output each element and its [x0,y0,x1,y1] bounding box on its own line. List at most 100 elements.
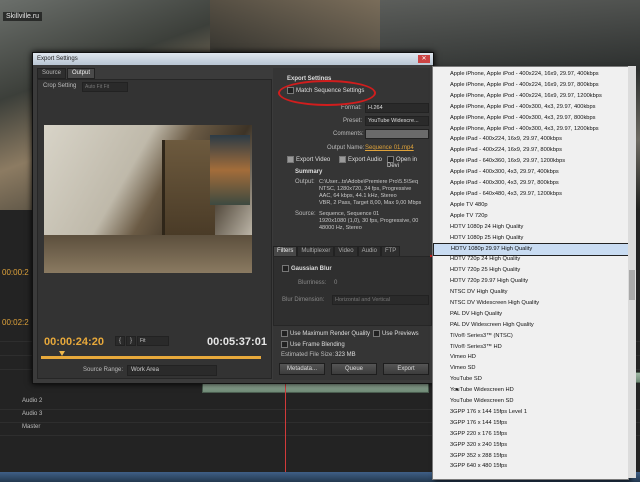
preset-menu-item[interactable]: Vimeo HD [433,352,628,363]
filters-panel: Gaussian Blur Blurriness: 0 Blur Dimensi… [273,256,432,326]
track-label: Master [22,424,41,430]
preset-menu-item[interactable]: 3GPP 352 x 288 15fps [433,451,628,462]
summary-source-label: Source: [295,211,316,217]
blur-dimension-select[interactable]: Horizontal and Vertical [332,295,429,305]
gaussian-blur-checkbox[interactable] [282,265,289,272]
preset-menu-item[interactable]: Apple iPad - 640x480, 4x3, 29.97, 1200kb… [433,189,628,200]
queue-button[interactable]: Queue [331,363,377,375]
preset-menu-item-label: HDTV 1080p 24 High Quality [450,223,524,230]
timeline-timecode-1: 00:00:2 [2,268,29,277]
scrub-bar[interactable] [41,356,261,359]
summary-output-line: NTSC, 1280x720, 24 fps, Progressive [319,186,412,192]
preset-menu-item-label: Apple iPhone, Apple iPod - 400x224, 16x9… [450,92,602,99]
metadata-button[interactable]: Metadata... [279,363,325,375]
preset-menu-item[interactable]: Apple iPhone, Apple iPod - 400x300, 4x3,… [433,113,628,124]
preset-menu-item-label: NTSC DV High Quality [450,289,508,295]
preset-menu-item[interactable]: 3GPP 220 x 176 15fps [433,429,628,440]
preset-menu-item-label: Vimeo SD [450,365,476,372]
preset-menu-item[interactable]: HDTV 720p 29.97 High Quality [433,276,628,287]
max-render-quality-row[interactable]: Use Maximum Render Quality [281,330,370,337]
preset-menu-item[interactable]: HDTV 1080p 24 High Quality [433,222,628,233]
preset-menu-item[interactable]: NTSC DV Widescreen High Quality [433,298,628,309]
preset-menu-item[interactable]: Apple iPhone, Apple iPod - 400x224, 16x9… [433,69,628,80]
preset-menu-item-label: Apple iPad - 640x360, 16x9, 29.97, 1200k… [450,158,566,165]
frame-blending-checkbox[interactable] [281,341,288,348]
playhead-line[interactable] [285,380,286,480]
preset-menu-item-label: HDTV 1080p 25 High Quality [450,234,524,241]
playhead-icon[interactable] [59,351,65,356]
zoom-fit-select[interactable]: Fit [137,336,169,346]
close-icon[interactable]: ✕ [418,55,430,63]
format-select[interactable]: H.264 [365,103,429,113]
preset-menu-item-label: TiVo® Series3™ HD [450,343,502,350]
track-label: Audio 2 [22,398,43,404]
preset-menu-item-label: YouTube Widescreen HD [450,387,514,394]
use-previews-row[interactable]: Use Previews [373,330,419,337]
preset-menu-item[interactable]: Apple TV 720p [433,211,628,222]
preset-menu-item[interactable]: HDTV 1080p 25 High Quality [433,233,628,244]
output-name-link[interactable]: Sequence 01.mp4 [365,145,414,151]
blurriness-value[interactable]: 0 [334,280,337,286]
open-in-device-row[interactable]: Open in Devi [387,156,430,169]
preset-menu-item[interactable]: NTSC DV High Quality [433,287,628,298]
preset-menu-item-label: Apple iPad - 640x480, 4x3, 29.97, 1200kb… [450,190,562,197]
preset-menu-item[interactable]: 3GPP 176 x 144 15fps [433,418,628,429]
preset-menu-item[interactable]: Vimeo SD [433,363,628,374]
preset-menu-item[interactable]: YouTube SD [433,374,628,385]
export-video-row[interactable]: Export Video [287,156,330,163]
export-audio-row[interactable]: Export Audio [339,156,382,163]
export-audio-checkbox[interactable] [339,156,346,163]
current-timecode[interactable]: 00:00:24:20 [44,336,104,348]
preset-menu-item[interactable]: Apple iPad - 400x300, 4x3, 29.97, 800kbp… [433,178,628,189]
set-in-point-icon[interactable]: { [115,336,125,346]
max-render-quality-checkbox[interactable] [281,330,288,337]
use-previews-checkbox[interactable] [373,330,380,337]
preset-menu-item[interactable]: Apple iPad - 400x224, 16x9, 29.97, 800kb… [433,145,628,156]
preset-menu-item[interactable]: 3GPP 320 x 240 15fps [433,440,628,451]
blur-dimension-label: Blur Dimension: [282,297,325,303]
preset-menu-item[interactable]: 3GPP 640 x 480 15fps [433,461,628,472]
export-video-checkbox[interactable] [287,156,294,163]
export-video-label: Export Video [296,157,331,164]
preset-menu-item[interactable]: TiVo® Series3™ (NTSC) [433,331,628,342]
track-label: Audio 3 [22,411,43,417]
preset-menu-item-label: Apple iPhone, Apple iPod - 400x300, 4x3,… [450,125,599,132]
frame-blending-row[interactable]: Use Frame Blending [281,341,345,348]
preset-menu-item[interactable]: Apple iPad - 640x360, 16x9, 29.97, 1200k… [433,156,628,167]
tab-source[interactable]: Source [37,68,67,79]
summary-output-label: Output: [295,179,315,185]
preset-menu-item[interactable]: Apple iPad - 400x224, 16x9, 29.97, 400kb… [433,134,628,145]
gaussian-blur-row[interactable]: Gaussian Blur [282,265,332,272]
preset-menu-item[interactable]: PAL DV Widescreen High Quality [433,320,628,331]
preset-menu-item[interactable]: Apple iPad - 400x300, 4x3, 29.97, 400kbp… [433,167,628,178]
crop-setting-select[interactable]: Auto Fit Fit [82,82,128,92]
format-label: Format: [341,105,362,111]
preset-menu-item[interactable]: Apple iPhone, Apple iPod - 400x224, 16x9… [433,91,628,102]
preset-menu-item[interactable]: ● YouTube Widescreen HD [433,385,628,396]
preview-frame-picture [210,135,250,205]
preset-menu-item[interactable]: HDTV 720p 25 High Quality [433,265,628,276]
menu-scrollbar-thumb[interactable] [629,270,635,300]
preset-menu-item[interactable]: Apple iPhone, Apple iPod - 400x300, 4x3,… [433,102,628,113]
preset-menu-item-label: Vimeo HD [450,354,476,361]
preset-menu-item[interactable]: Apple TV 480p [433,200,628,211]
preset-menu-item[interactable]: Apple iPhone, Apple iPod - 400x300, 4x3,… [433,124,628,135]
preset-menu-item[interactable]: TiVo® Series3™ HD [433,342,628,353]
open-in-device-checkbox[interactable] [387,156,394,163]
preset-menu-item-label: 3GPP 320 x 240 15fps [450,441,508,448]
comments-input[interactable] [365,129,429,139]
preset-select[interactable]: YouTube Widescre... [365,116,429,126]
set-out-point-icon[interactable]: } [126,336,136,346]
preset-menu-item-label: Apple TV 720p [450,212,488,219]
summary-source-line: Sequence, Sequence 01 [319,211,380,217]
preset-menu-item[interactable]: 3GPP 176 x 144 15fps Level 1 [433,407,628,418]
preset-menu-item[interactable]: Apple iPhone, Apple iPod - 400x224, 16x9… [433,80,628,91]
preset-menu-item[interactable]: PAL DV High Quality [433,309,628,320]
export-button[interactable]: Export [383,363,429,375]
preset-menu-item[interactable]: HDTV 720p 24 High Quality [433,254,628,265]
source-range-select[interactable]: Work Area [127,365,217,376]
preset-menu-item-label: PAL DV High Quality [450,310,503,317]
tab-output[interactable]: Output [67,68,96,79]
file-size-value: 323 MB [335,352,356,358]
preset-menu-item[interactable]: YouTube Widescreen SD [433,396,628,407]
